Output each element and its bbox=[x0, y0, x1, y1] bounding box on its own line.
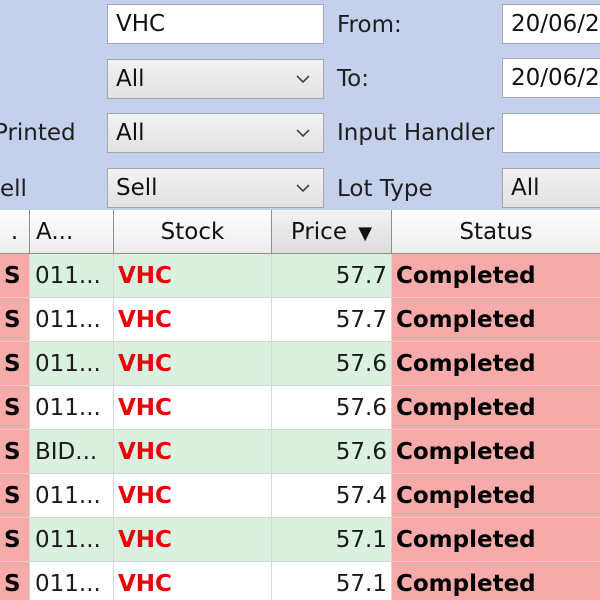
table-row[interactable]: S 011... VHC 57.6 Completed bbox=[0, 386, 600, 430]
row-price-cell: 57.1 bbox=[272, 562, 392, 600]
row-price-cell: 57.6 bbox=[272, 430, 392, 474]
row-stock-cell: VHC bbox=[114, 254, 272, 298]
table-row[interactable]: S 011... VHC 57.7 Completed bbox=[0, 254, 600, 298]
column-header-status[interactable]: Status bbox=[392, 210, 600, 254]
table-row[interactable]: S 011... VHC 57.6 Completed bbox=[0, 342, 600, 386]
row-price-cell: 57.7 bbox=[272, 298, 392, 342]
chevron-down-icon bbox=[296, 184, 310, 193]
column-header-price[interactable]: Price ▼ bbox=[272, 210, 392, 254]
row-status-cell: Completed bbox=[392, 342, 600, 386]
row-price-cell: 57.1 bbox=[272, 518, 392, 562]
row-side-cell: S bbox=[0, 386, 30, 430]
row-account-cell: BID... bbox=[30, 430, 114, 474]
row-status-cell: Completed bbox=[392, 562, 600, 600]
table-row[interactable]: S 011... VHC 57.7 Completed bbox=[0, 298, 600, 342]
sort-descending-icon: ▼ bbox=[358, 223, 373, 244]
column-header-price-label: Price bbox=[290, 219, 347, 245]
table-row[interactable]: S 011... VHC 57.1 Completed bbox=[0, 562, 600, 600]
input-handler-input[interactable] bbox=[502, 113, 600, 153]
row-side-cell: S bbox=[0, 430, 30, 474]
row-stock-cell: VHC bbox=[114, 386, 272, 430]
row-side-cell: S bbox=[0, 342, 30, 386]
chevron-down-icon bbox=[296, 129, 310, 138]
side-combo-value: Sell bbox=[116, 175, 158, 201]
table-row[interactable]: S 011... VHC 57.1 Completed bbox=[0, 518, 600, 562]
to-date-input[interactable]: 20/06/2 bbox=[502, 58, 600, 98]
printed-combo-value: All bbox=[116, 120, 145, 146]
side-combo[interactable]: Sell bbox=[107, 168, 324, 208]
row-price-cell: 57.7 bbox=[272, 254, 392, 298]
from-label: From: bbox=[337, 12, 402, 38]
row-price-cell: 57.4 bbox=[272, 474, 392, 518]
row-stock-cell: VHC bbox=[114, 562, 272, 600]
row-status-cell: Completed bbox=[392, 386, 600, 430]
row-stock-cell: VHC bbox=[114, 342, 272, 386]
row-status-cell: Completed bbox=[392, 474, 600, 518]
column-header-account[interactable]: A... bbox=[30, 210, 114, 254]
row-status-cell: Completed bbox=[392, 254, 600, 298]
row-stock-cell: VHC bbox=[114, 518, 272, 562]
column-header-stock[interactable]: Stock bbox=[114, 210, 272, 254]
row-account-cell: 011... bbox=[30, 386, 114, 430]
lot-type-label: Lot Type bbox=[337, 176, 433, 202]
row-price-cell: 57.6 bbox=[272, 386, 392, 430]
chevron-down-icon bbox=[296, 75, 310, 84]
row-account-cell: 011... bbox=[30, 562, 114, 600]
row-status-cell: Completed bbox=[392, 518, 600, 562]
row-side-cell: S bbox=[0, 298, 30, 342]
printed-label: Printed bbox=[0, 120, 76, 146]
symbol-input[interactable]: VHC bbox=[107, 4, 324, 44]
row-side-cell: S bbox=[0, 474, 30, 518]
side-label: ell bbox=[0, 176, 27, 202]
row-price-cell: 57.6 bbox=[272, 342, 392, 386]
row-stock-cell: VHC bbox=[114, 474, 272, 518]
from-date-input[interactable]: 20/06/2 bbox=[502, 4, 600, 44]
lot-type-combo[interactable]: All bbox=[502, 168, 600, 208]
column-header-side[interactable]: . bbox=[0, 210, 30, 254]
printed-combo[interactable]: All bbox=[107, 113, 324, 153]
filter-combo-2-value: All bbox=[116, 66, 145, 92]
row-account-cell: 011... bbox=[30, 342, 114, 386]
row-side-cell: S bbox=[0, 562, 30, 600]
row-account-cell: 011... bbox=[30, 254, 114, 298]
row-account-cell: 011... bbox=[30, 518, 114, 562]
row-stock-cell: VHC bbox=[114, 298, 272, 342]
table-row[interactable]: S BID... VHC 57.6 Completed bbox=[0, 430, 600, 474]
to-label: To: bbox=[337, 66, 369, 92]
filter-combo-2[interactable]: All bbox=[107, 59, 324, 99]
input-handler-label: Input Handler bbox=[337, 120, 495, 146]
row-account-cell: 011... bbox=[30, 298, 114, 342]
row-status-cell: Completed bbox=[392, 430, 600, 474]
row-account-cell: 011... bbox=[30, 474, 114, 518]
table-row[interactable]: S 011... VHC 57.4 Completed bbox=[0, 474, 600, 518]
lot-type-combo-value: All bbox=[511, 175, 540, 201]
orders-grid: . A... Stock Price ▼ Status S 011... VHC 57… bbox=[0, 210, 600, 600]
row-stock-cell: VHC bbox=[114, 430, 272, 474]
row-side-cell: S bbox=[0, 518, 30, 562]
row-status-cell: Completed bbox=[392, 298, 600, 342]
row-side-cell: S bbox=[0, 254, 30, 298]
filter-panel: VHC From: 20/06/2 All To: 20/06/2 Printe… bbox=[0, 0, 600, 210]
